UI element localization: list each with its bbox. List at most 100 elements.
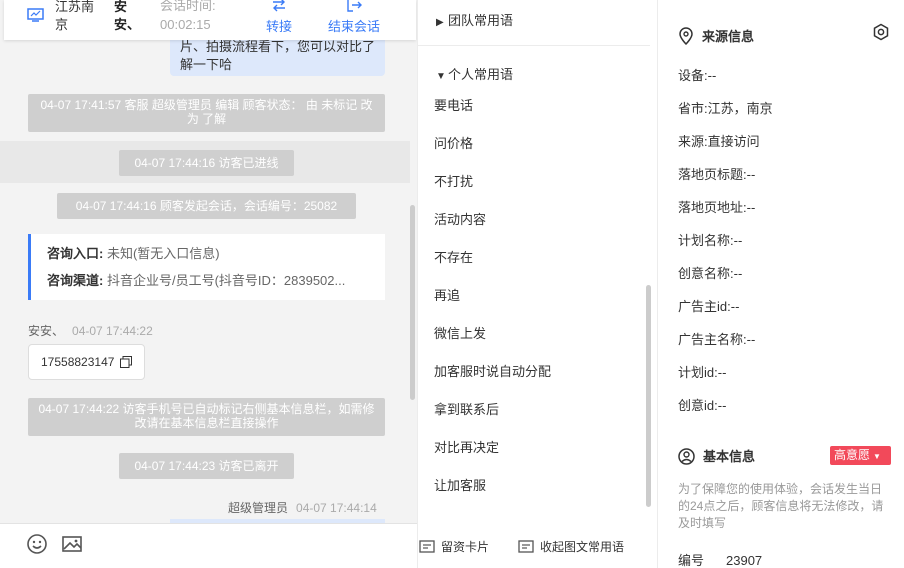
group-label: 个人常用语 <box>448 67 514 82</box>
field-value: 直接访问 <box>707 134 760 149</box>
field-value: -- <box>707 68 717 83</box>
field-value: -- <box>733 266 743 281</box>
field-label: 编号 <box>678 553 705 568</box>
agent-message-bubble: 片、拍摄流程看下，您可以对比了解一下哈 <box>170 40 385 76</box>
field-value: 23907 <box>726 553 763 568</box>
location-pin-icon <box>679 27 693 46</box>
input-toolbar <box>0 523 417 568</box>
personal-phrases-group[interactable]: ▼ 个人常用语 <box>436 64 513 83</box>
message-time: 04-07 17:44:22 <box>72 324 153 338</box>
session-time: 00:02:15 <box>160 17 211 32</box>
field-value: -- <box>730 299 740 314</box>
lead-card-label: 留资卡片 <box>441 540 490 554</box>
phrase-item[interactable]: 加客服时说自动分配 <box>434 361 551 380</box>
phrase-item[interactable]: 不打扰 <box>434 171 473 190</box>
transfer-button[interactable]: 转接 <box>266 0 292 35</box>
monitor-icon <box>27 8 44 22</box>
field-label: 来源: <box>678 134 708 149</box>
chat-scrollbar[interactable] <box>410 205 415 400</box>
source-info-title: 来源信息 <box>678 26 755 46</box>
channel-row: 咨询渠道: 抖音企业号/员工号(抖音号ID：2839502... <box>47 267 369 294</box>
info-row-creative-id: 创意id:-- <box>678 395 726 414</box>
system-message: 04-07 17:44:23 访客已离开 <box>119 453 294 479</box>
field-label: 计划名称: <box>678 233 734 248</box>
collapse-rich-phrases-button[interactable]: 收起图文常用语 <box>518 538 624 555</box>
team-phrases-group[interactable]: ▶ 团队常用语 <box>436 10 513 29</box>
field-label: 设备: <box>678 68 708 83</box>
field-value: -- <box>746 200 756 215</box>
phrase-item[interactable]: 要电话 <box>434 95 473 114</box>
customer-info-panel: 来源信息 设备:-- 省市:江苏，南京 来源:直接访问 落地页标题:-- 落地页… <box>657 0 904 568</box>
customer-number: 编号 23907 <box>678 550 762 568</box>
phrase-item[interactable]: 微信上发 <box>434 323 486 342</box>
divider <box>418 45 650 46</box>
info-row-plan-id: 计划id:-- <box>678 362 726 381</box>
info-row-advertiser-name: 广告主名称:-- <box>678 329 755 348</box>
image-icon[interactable] <box>61 533 83 555</box>
info-row-landing-title: 落地页标题:-- <box>678 164 755 183</box>
section-label: 基本信息 <box>703 449 756 464</box>
chat-log[interactable]: 片、拍摄流程看下，您可以对比了解一下哈 04-07 17:41:57 客服 超级… <box>0 40 410 523</box>
field-value: -- <box>733 233 743 248</box>
intent-level-select[interactable]: 高意愿 ▼ <box>830 446 891 465</box>
intent-level-value: 高意愿 <box>834 448 871 462</box>
info-row-plan-name: 计划名称:-- <box>678 230 742 249</box>
sender-name: 超级管理员 <box>228 501 289 515</box>
phrases-scrollbar[interactable] <box>646 285 651 507</box>
edit-notice: 为了保障您的使用体验，会话发生当日的24点之后，顾客信息将无法修改，请及时填写 <box>678 482 884 530</box>
lead-card-button[interactable]: 留资卡片 <box>419 538 489 555</box>
user-circle-icon <box>678 448 695 465</box>
system-message: 04-07 17:44:22 访客手机号已自动标记右侧基本信息栏，如需修改请在基… <box>28 398 385 436</box>
info-row-source: 来源:直接访问 <box>678 131 760 150</box>
field-value: -- <box>746 167 756 182</box>
caret-right-icon: ▶ <box>436 17 444 28</box>
chat-panel: 江苏南京 安安、 会话时间: 00:02:15 转接 结束会话 片、拍摄流程看下… <box>0 0 417 568</box>
copy-icon[interactable] <box>120 356 132 368</box>
agent-meta: 超级管理员 04-07 17:44:14 <box>228 499 377 516</box>
visitor-location: 江苏南京 <box>55 0 95 32</box>
sender-name: 安安、 <box>28 324 65 338</box>
emoji-icon[interactable] <box>26 533 48 555</box>
info-row-region: 省市:江苏，南京 <box>678 98 773 117</box>
info-row-device: 设备:-- <box>678 65 716 84</box>
system-message: 04-07 17:41:57 客服 超级管理员 编辑 顾客状态： 由 未标记 改… <box>28 94 385 132</box>
field-value: -- <box>746 332 756 347</box>
info-row-creative-name: 创意名称:-- <box>678 263 742 282</box>
system-message: 04-07 17:44:16 访客已进线 <box>119 150 294 176</box>
field-value: -- <box>717 398 727 413</box>
phrase-item[interactable]: 活动内容 <box>434 209 486 228</box>
transfer-icon <box>273 0 285 12</box>
common-phrases-panel: ▶ 团队常用语 ▼ 个人常用语 要电话 问价格 不打扰 活动内容 不存在 再追 微信… <box>417 0 657 568</box>
chat-header: 江苏南京 安安、 会话时间: 00:02:15 转接 结束会话 <box>4 0 416 40</box>
phone-message[interactable]: 17558823147 <box>28 344 145 380</box>
field-value: -- <box>717 365 727 380</box>
settings-hex-icon[interactable] <box>872 23 890 41</box>
phrase-item[interactable]: 不存在 <box>434 247 473 266</box>
phrase-item[interactable]: 让加客服 <box>434 475 486 494</box>
basic-info-title: 基本信息 <box>678 446 755 465</box>
phrase-item[interactable]: 拿到联系后 <box>434 399 499 418</box>
entry-row: 咨询入口: 未知(暂无入口信息) <box>47 240 369 267</box>
section-label: 来源信息 <box>702 29 755 44</box>
field-label: 落地页标题: <box>678 167 747 182</box>
visitor-meta: 安安、 04-07 17:44:22 <box>28 322 153 339</box>
group-label: 团队常用语 <box>448 13 514 28</box>
channel-value: 抖音企业号/员工号(抖音号ID：2839502... <box>106 273 346 288</box>
phrase-item[interactable]: 再追 <box>434 285 460 304</box>
field-label: 创意名称: <box>678 266 734 281</box>
phrase-item[interactable]: 对比再决定 <box>434 437 499 456</box>
transfer-label: 转接 <box>266 19 293 34</box>
end-session-button[interactable]: 结束会话 <box>328 0 380 35</box>
field-label: 广告主名称: <box>678 332 747 347</box>
caret-down-icon: ▼ <box>436 71 446 82</box>
field-label: 计划id: <box>678 365 718 380</box>
channel-label: 咨询渠道: <box>47 273 104 288</box>
field-label: 落地页地址: <box>678 200 747 215</box>
phrase-item[interactable]: 问价格 <box>434 133 473 152</box>
system-message: 04-07 17:44:16 顾客发起会话，会话编号：25082 <box>57 193 356 219</box>
field-label: 广告主id: <box>678 299 731 314</box>
message-icon <box>518 540 534 553</box>
info-row-landing-url: 落地页地址:-- <box>678 197 755 216</box>
field-label: 创意id: <box>678 398 718 413</box>
app-window: 江苏南京 安安、 会话时间: 00:02:15 转接 结束会话 片、拍摄流程看下… <box>0 0 904 568</box>
